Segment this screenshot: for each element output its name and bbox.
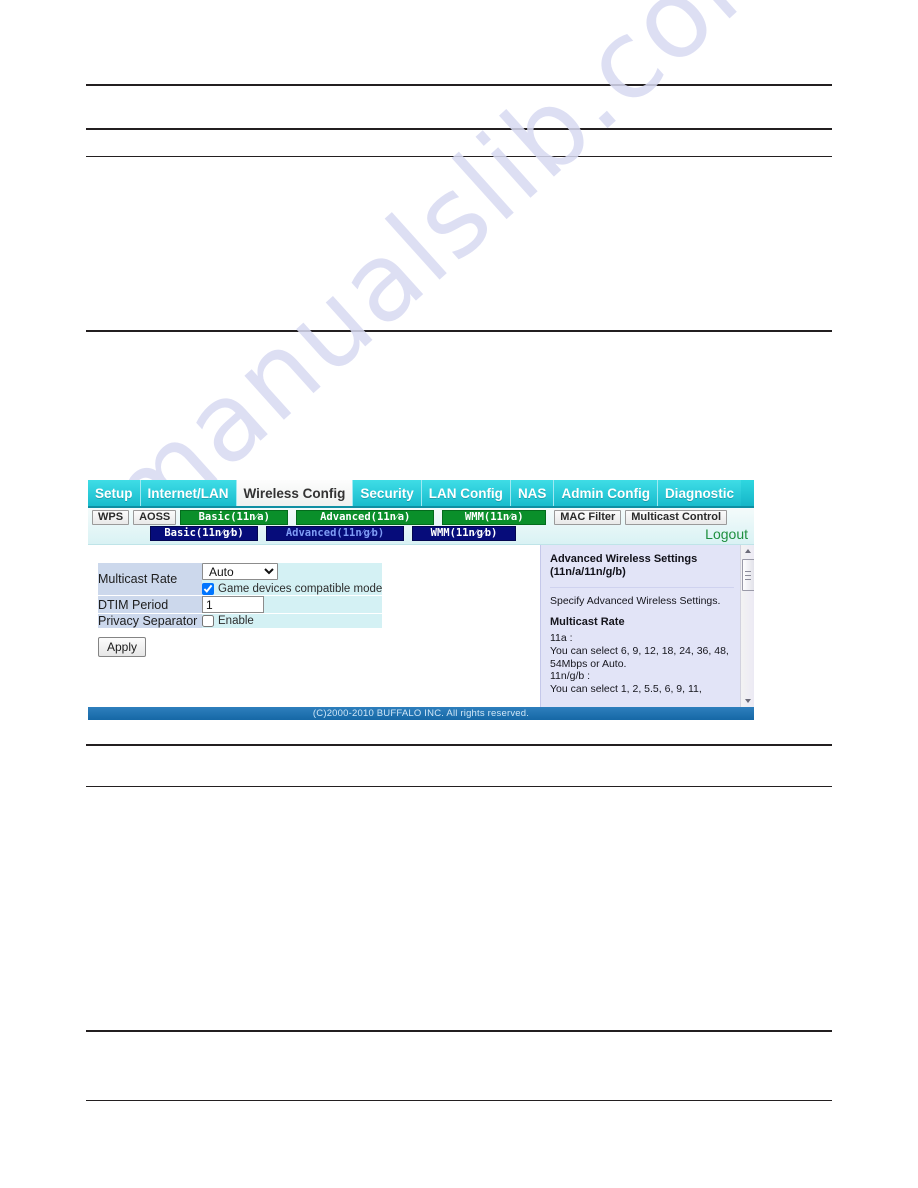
nav-tab-wireless-config[interactable]: Wireless Config [236,480,354,506]
subnav-basic-11n-g-b[interactable]: Basic(11n⁄g⁄b) [150,526,258,541]
privacy-separator-enable-checkbox[interactable] [202,615,214,627]
subnav-advanced-11n-a[interactable]: Advanced(11n⁄a) [296,510,435,525]
subnav2-gap-1 [258,526,266,541]
label-dtim-period: DTIM Period [98,595,202,614]
game-devices-compatible-mode-label: Game devices compatible mode [218,583,383,595]
help-11a-label: 11a : [550,632,573,645]
help-11a-text: You can select 6, 9, 12, 18, 24, 36, 48,… [550,644,729,670]
advanced-wireless-settings-table: Multicast Rate Auto Game devices compati… [98,563,383,628]
main-nav-tabs: Setup Internet/LAN Wireless Config Secur… [88,480,754,508]
page-rule-8 [86,1100,832,1101]
page-rule-1 [86,84,832,86]
table-row-dtim-period: DTIM Period [98,595,383,614]
subnav-mac-filter[interactable]: MAC Filter [554,510,622,525]
subnav2-spacer-wps-aoss [92,526,150,541]
scroll-down-arrow-icon[interactable] [741,695,754,707]
page-rule-4 [86,330,832,332]
subnav-wps[interactable]: WPS [92,510,130,525]
sub-nav: WPS AOSS Basic(11n⁄a) Advanced(11n⁄a) WM… [88,508,754,545]
value-privacy-separator: Enable [202,613,383,628]
subnav-advanced-11n-g-b[interactable]: Advanced(11n⁄g⁄b) [266,526,404,541]
page-rule-5 [86,744,832,746]
help-title: Advanced Wireless Settings (11n/a/11n/g/… [550,553,698,579]
table-row-privacy-separator: Privacy Separator Enable [98,613,383,628]
table-row-multicast-rate: Multicast Rate Auto Game devices compati… [98,563,383,596]
value-dtim-period [202,595,383,614]
nav-tab-admin-config[interactable]: Admin Config [554,480,658,506]
subnav-basic-11n-a[interactable]: Basic(11n⁄a) [180,510,289,525]
subnav-wmm-11n-g-b[interactable]: WMM(11n⁄g⁄b) [412,526,516,541]
game-devices-compatible-mode-row[interactable]: Game devices compatible mode [202,583,382,595]
help-intro: Specify Advanced Wireless Settings. [550,594,721,607]
scroll-up-arrow-icon[interactable] [741,545,754,557]
subnav-wmm-11n-a[interactable]: WMM(11n⁄a) [442,510,547,525]
multicast-rate-select[interactable]: Auto [202,563,278,580]
subnav-gap-3 [288,510,296,525]
help-scrollbar[interactable] [740,545,754,707]
privacy-separator-enable-label: Enable [218,615,254,627]
sub-nav-row-11n-a: WPS AOSS Basic(11n⁄a) Advanced(11n⁄a) WM… [88,510,754,525]
logout-link[interactable]: Logout [516,526,754,542]
apply-button[interactable]: Apply [98,637,147,657]
subnav-gap-4 [434,510,442,525]
help-section-heading: Multicast Rate [550,615,625,628]
help-divider [550,586,734,588]
router-admin-screenshot: Setup Internet/LAN Wireless Config Secur… [88,480,754,730]
copyright-footer: (C)2000-2010 BUFFALO INC. All rights res… [88,707,754,720]
dtim-period-input[interactable] [202,596,264,613]
scrollbar-grip-icon [745,571,751,580]
nav-tab-setup[interactable]: Setup [88,480,141,506]
value-multicast-rate: Auto Game devices compatible mode [202,563,383,596]
help-content: Advanced Wireless Settings (11n/a/11n/g/… [541,545,754,700]
page-rule-7 [86,1030,832,1032]
subnav-aoss[interactable]: AOSS [133,510,177,525]
subnav-multicast-control[interactable]: Multicast Control [625,510,728,525]
nav-tab-security[interactable]: Security [353,480,422,506]
privacy-separator-enable-row[interactable]: Enable [202,615,382,627]
help-rates: 11a : You can select 6, 9, 12, 18, 24, 3… [550,632,734,696]
help-11ngb-text: You can select 1, 2, 5.5, 6, 9, 11, [550,683,702,696]
page-rule-2 [86,128,832,130]
help-panel: Advanced Wireless Settings (11n/a/11n/g/… [540,545,754,707]
nav-tab-internet-lan[interactable]: Internet/LAN [140,480,237,506]
subnav2-gap-2 [404,526,412,541]
nav-tab-diagnostic[interactable]: Diagnostic [657,480,741,506]
game-devices-compatible-mode-checkbox[interactable] [202,583,214,595]
ui-body: Multicast Rate Auto Game devices compati… [88,545,754,707]
label-multicast-rate: Multicast Rate [98,563,202,596]
settings-area: Multicast Rate Auto Game devices compati… [88,545,540,707]
page-rule-6 [86,786,832,787]
scrollbar-thumb[interactable] [742,559,754,591]
sub-nav-row-11n-g-b: Basic(11n⁄g⁄b) Advanced(11n⁄g⁄b) WMM(11n… [88,526,754,542]
subnav-gap-5 [546,510,554,525]
page-rule-3 [86,156,832,157]
help-11ngb-label: 11n/g/b : [550,670,591,683]
nav-tab-nas[interactable]: NAS [510,480,555,506]
nav-tab-lan-config[interactable]: LAN Config [421,480,511,506]
label-privacy-separator: Privacy Separator [98,613,202,628]
